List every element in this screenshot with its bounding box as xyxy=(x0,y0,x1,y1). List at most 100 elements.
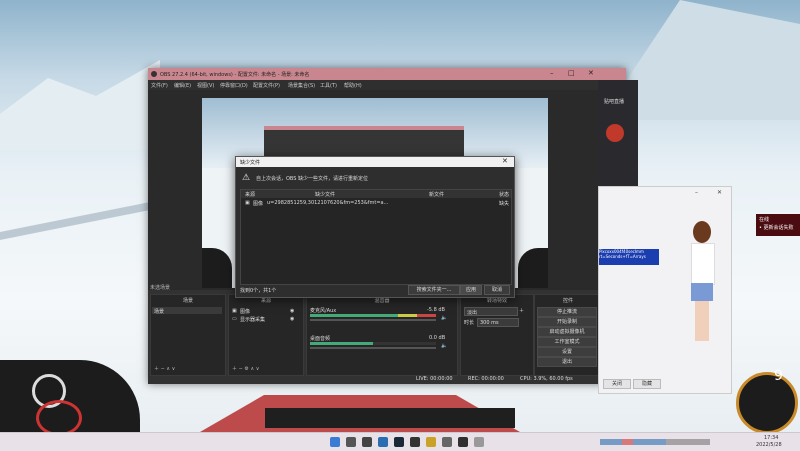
visibility-icon[interactable]: ◉ xyxy=(290,316,294,322)
speaker-icon[interactable]: 🔈 xyxy=(441,315,447,321)
taskbar-app-icon[interactable] xyxy=(426,437,436,447)
missing-files-dialog: 缺少文件 ✕ ⚠ 自上次会话，OBS 缺少一些文件，请进行重新定位 来源 缺少文… xyxy=(235,156,515,298)
hud-level: 9 xyxy=(774,368,783,384)
settings-button[interactable]: 设置 xyxy=(537,347,597,357)
menu-edit[interactable]: 编辑(E) xyxy=(174,82,191,89)
minimize-icon[interactable]: – xyxy=(695,189,698,196)
taskbar-app-icon[interactable] xyxy=(362,437,372,447)
table-header: 来源 缺少文件 新文件 状态 xyxy=(241,190,511,198)
mixer-dock: 混音器 麦克风/Aux -5.8 dB 🔈 桌面音频 0.0 dB 🔈 xyxy=(306,294,458,376)
close-icon[interactable]: ✕ xyxy=(502,157,508,165)
clock-time[interactable]: 17:34 xyxy=(764,435,778,441)
clock-date[interactable]: 2022/5/28 xyxy=(756,442,782,448)
notification-text: • 更新会话失败 xyxy=(759,225,794,231)
add-source-icon[interactable]: ＋ − ⚙ ∧ ∨ xyxy=(232,365,259,372)
cpu-status: CPU: 3.9%, 60.00 fps xyxy=(520,376,573,382)
avatar-window: – ✕ Pixcoxx004f40secImm rt=Seconds+fT=Ar… xyxy=(598,186,732,394)
transitions-title: 转场特效 xyxy=(486,298,507,304)
list-item[interactable]: 场景 xyxy=(152,307,222,315)
add-scene-icon[interactable]: ＋ − ∧ ∨ xyxy=(154,365,175,372)
maximize-icon[interactable]: □ xyxy=(568,69,575,77)
scenes-title: 场景 xyxy=(182,298,193,304)
dock-area: 未选场景 场景 场景 ＋ − ∧ ∨ 来源 ▣ 图像 ◉ ▭ 显示器采集 ◉ ＋… xyxy=(148,285,626,384)
close-button[interactable]: 关闭 xyxy=(603,379,631,389)
mixer-channel-name: 桌面音频 xyxy=(310,336,331,342)
notification-title: 在线 xyxy=(759,217,770,223)
warning-icon: ⚠ xyxy=(242,173,251,183)
menu-view[interactable]: 视图(V) xyxy=(197,82,214,89)
game-hud-right: 9 xyxy=(732,368,800,434)
monitor-icon: ▭ xyxy=(232,316,237,322)
start-virtual-camera-button[interactable]: 启动虚拟摄像机 xyxy=(537,327,597,337)
volume-meter xyxy=(310,314,436,317)
dialog-title: 缺少文件 xyxy=(240,160,261,166)
menu-tools[interactable]: 工具(T) xyxy=(320,82,337,89)
column-header: 缺少文件 xyxy=(315,192,336,198)
scenes-dock: 场景 场景 ＋ − ∧ ∨ xyxy=(150,294,226,376)
menu-help[interactable]: 帮助(H) xyxy=(344,82,362,89)
cancel-button[interactable]: 取消 xyxy=(484,285,510,295)
start-recording-button[interactable]: 开始录制 xyxy=(537,317,597,327)
taskbar-app-icon[interactable] xyxy=(474,437,484,447)
search-directory-button[interactable]: 搜索文件夹一... xyxy=(408,285,460,295)
skill-bar xyxy=(265,408,515,428)
exit-button[interactable]: 退出 xyxy=(537,357,597,367)
hide-button[interactable]: 隐藏 xyxy=(633,379,661,389)
studio-mode-button[interactable]: 工作室模式 xyxy=(537,337,597,347)
source-name: 显示器采集 xyxy=(240,317,266,323)
volume-slider[interactable] xyxy=(310,347,436,349)
taskbar-app-icon[interactable] xyxy=(410,437,420,447)
preview-hud-right xyxy=(518,248,548,288)
menu-scene-collection[interactable]: 场景集合(S) xyxy=(288,82,315,89)
mixer-channel-name: 麦克风/Aux xyxy=(310,308,337,314)
menu-profile[interactable]: 配置文件(P) xyxy=(253,82,280,89)
column-header: 新文件 xyxy=(429,192,445,198)
add-transition-icon[interactable]: ＋ xyxy=(519,307,524,314)
duration-input[interactable]: 300 ms xyxy=(477,318,519,327)
avatar xyxy=(606,124,624,142)
obs-logo-icon xyxy=(151,71,157,77)
taskbar-app-icon[interactable] xyxy=(378,437,388,447)
sources-dock: 来源 ▣ 图像 ◉ ▭ 显示器采集 ◉ ＋ − ⚙ ∧ ∨ xyxy=(228,294,304,376)
column-header: 来源 xyxy=(245,192,256,198)
source-name: 图像 xyxy=(240,309,251,315)
character-emblem-icon xyxy=(36,400,82,432)
speaker-icon[interactable]: 🔈 xyxy=(441,343,447,349)
visibility-icon[interactable]: ◉ xyxy=(290,308,294,314)
status-bar: LIVE: 00:00:00 REC: 00:00:00 CPU: 3.9%, … xyxy=(416,374,626,383)
list-item[interactable]: ▣ 图像 ◉ xyxy=(230,307,300,315)
close-icon[interactable]: ✕ xyxy=(717,189,722,196)
dialog-message: 自上次会话，OBS 缺少一些文件，请进行重新定位 xyxy=(256,176,369,182)
code-overlay: Pixcoxx004f40secImm rt=Seconds+fT=Arrays xyxy=(599,249,659,265)
apply-button[interactable]: 应用 xyxy=(460,285,482,295)
dialog-titlebar: 缺少文件 ✕ xyxy=(236,157,514,167)
missing-files-table: 来源 缺少文件 新文件 状态 ▣ 图像 u=2982851259,3012107… xyxy=(240,189,512,285)
missing-file-cell: u=2982851259,3012107620&fm=253&fmt=a... xyxy=(267,200,389,206)
game-hud-left xyxy=(0,360,140,432)
volume-meter xyxy=(310,342,436,345)
chat-window: 贴吧直播 xyxy=(598,80,638,190)
close-icon[interactable]: ✕ xyxy=(588,69,594,77)
character-figure xyxy=(685,221,719,351)
taskbar-app-icon[interactable] xyxy=(442,437,452,447)
image-icon: ▣ xyxy=(245,200,250,206)
stop-streaming-button[interactable]: 停止推流 xyxy=(537,307,597,317)
menu-bar: 文件(F) 编辑(E) 视图(V) 停靠窗口(D) 配置文件(P) 场景集合(S… xyxy=(148,80,626,90)
transitions-dock: 转场特效 淡出 ＋ 时长 300 ms xyxy=(460,294,534,376)
system-tray[interactable] xyxy=(600,439,710,445)
mixer-channel-db: 0.0 dB xyxy=(429,335,446,341)
minimize-icon[interactable]: – xyxy=(550,69,554,77)
table-row[interactable]: ▣ 图像 u=2982851259,3012107620&fm=253&fmt=… xyxy=(241,199,511,207)
notification[interactable]: 在线 • 更新会话失败 xyxy=(756,214,800,236)
scene-name: 场景 xyxy=(154,309,165,315)
volume-slider[interactable] xyxy=(310,319,436,321)
start-icon[interactable] xyxy=(330,437,340,447)
image-icon: ▣ xyxy=(232,308,237,314)
menu-docks[interactable]: 停靠窗口(D) xyxy=(220,82,248,89)
transition-select[interactable]: 淡出 xyxy=(464,307,518,316)
list-item[interactable]: ▭ 显示器采集 ◉ xyxy=(230,315,300,323)
obs-icon[interactable] xyxy=(458,437,468,447)
search-icon[interactable] xyxy=(346,437,356,447)
menu-file[interactable]: 文件(F) xyxy=(151,82,168,89)
steam-icon[interactable] xyxy=(394,437,404,447)
